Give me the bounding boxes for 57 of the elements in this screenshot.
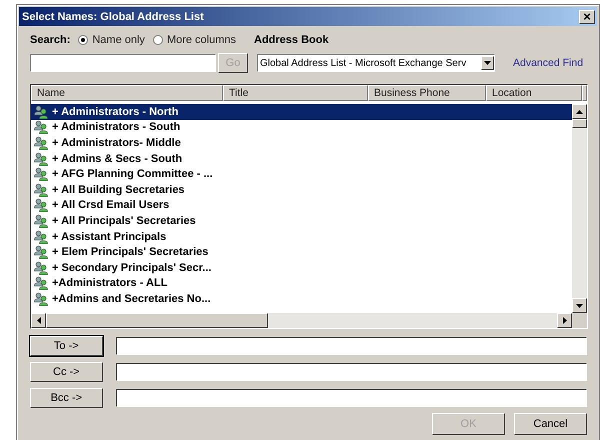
recipient-button[interactable]: Bcc -> xyxy=(30,388,103,408)
radio-icon[interactable] xyxy=(78,35,88,45)
recipient-field[interactable] xyxy=(116,388,587,406)
list-row[interactable]: + All Principals' Secretaries xyxy=(31,213,572,229)
people-icon xyxy=(34,214,48,228)
search-label: Search: xyxy=(30,34,70,46)
list-row[interactable]: + AFG Planning Committee - ... xyxy=(31,166,572,182)
search-field[interactable] xyxy=(30,54,216,72)
people-icon xyxy=(34,104,48,119)
people-icon xyxy=(34,120,48,134)
address-book-dropdown[interactable]: Global Address List - Microsoft Exchange Serv xyxy=(257,54,495,72)
radio-option[interactable]: More columns xyxy=(152,34,236,46)
people-icon xyxy=(34,136,48,150)
list-row[interactable]: + Secondary Principals' Secr... xyxy=(31,260,572,276)
recipient-button[interactable]: Cc -> xyxy=(30,362,103,382)
people-icon xyxy=(34,230,48,244)
scroll-thumb[interactable] xyxy=(572,119,587,128)
people-icon xyxy=(34,260,48,275)
list-row[interactable]: + Elem Principals' Secretaries xyxy=(31,244,572,260)
advanced-find-link[interactable]: Advanced Find xyxy=(513,57,584,69)
list-row[interactable]: + Admins & Secs - South xyxy=(31,150,572,166)
column-header[interactable]: Location xyxy=(486,85,582,101)
list-row[interactable]: + Administrators - North xyxy=(31,104,572,120)
scroll-thumb[interactable] xyxy=(46,313,268,328)
window-title: Select Names: Global Address List xyxy=(22,10,204,22)
recipient-field[interactable] xyxy=(116,362,587,380)
people-icon xyxy=(34,245,48,260)
radio-icon[interactable] xyxy=(152,35,163,45)
people-icon xyxy=(34,198,48,212)
list-row[interactable]: +Administrators - ALL xyxy=(31,276,572,292)
radio-option[interactable]: Name only xyxy=(78,34,145,46)
dialog-button[interactable]: Cancel xyxy=(514,413,587,435)
column-header[interactable]: Name xyxy=(31,85,223,101)
horizontal-scrollbar[interactable] xyxy=(31,313,587,328)
scrollbar-corner xyxy=(572,313,587,328)
people-icon xyxy=(34,152,48,166)
right-arrow-icon[interactable] xyxy=(562,317,566,324)
list-row[interactable]: + Administrators- Middle xyxy=(31,135,572,151)
up-arrow-icon[interactable] xyxy=(576,110,583,114)
down-arrow-icon[interactable] xyxy=(576,304,583,308)
list-row[interactable]: + All Building Secretaries xyxy=(31,182,572,198)
recipient-button[interactable]: To -> xyxy=(30,336,103,356)
column-header[interactable]: Title xyxy=(223,85,368,101)
left-arrow-icon[interactable] xyxy=(36,317,40,324)
people-icon xyxy=(34,182,48,197)
column-header[interactable]: Business Phone xyxy=(368,85,486,101)
people-icon xyxy=(34,292,48,306)
close-button[interactable]: × xyxy=(579,10,595,24)
recipient-field[interactable] xyxy=(116,336,587,354)
list-row[interactable]: + Administrators - South xyxy=(31,120,572,136)
list-row[interactable]: + Assistant Principals xyxy=(31,228,572,244)
list-row[interactable]: +Admins and Secretaries No... xyxy=(31,291,572,307)
address-book-label: Address Book xyxy=(254,34,329,46)
list-row[interactable]: + All Crsd Email Users xyxy=(31,198,572,214)
vertical-scrollbar[interactable] xyxy=(572,104,587,313)
people-icon xyxy=(34,167,48,182)
people-icon xyxy=(34,276,48,290)
